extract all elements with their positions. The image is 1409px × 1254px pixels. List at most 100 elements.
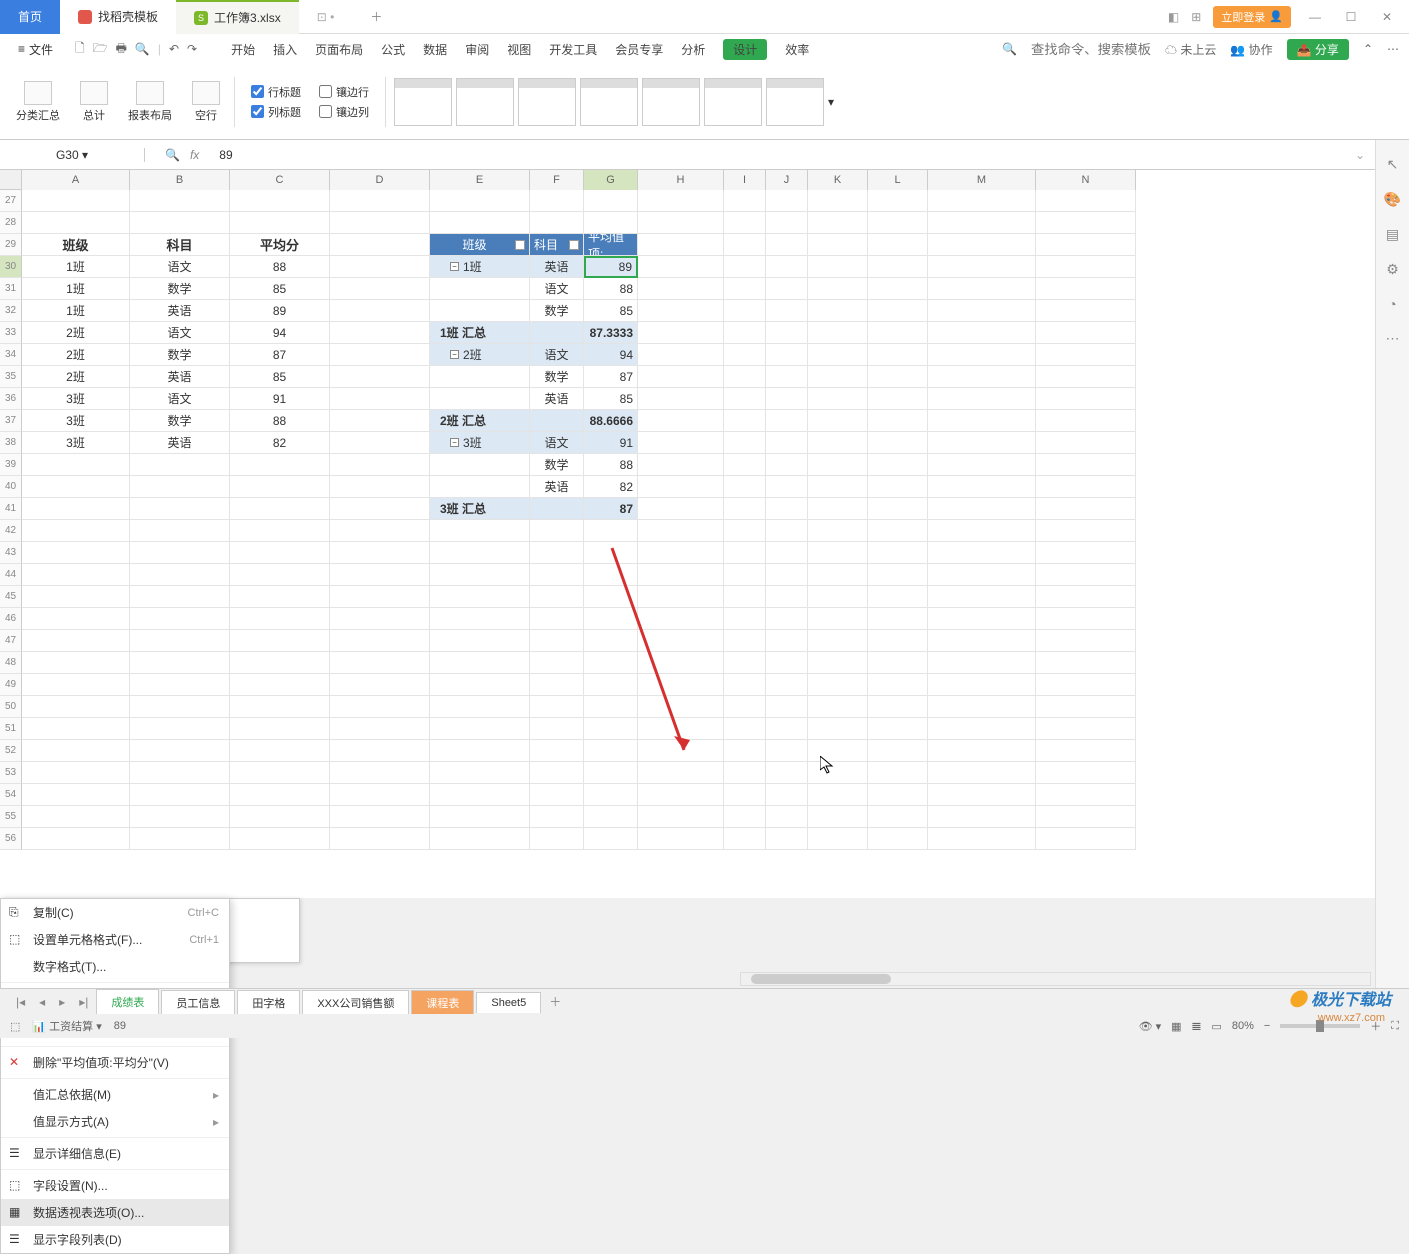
cell[interactable]: [724, 388, 766, 410]
apps-icon[interactable]: ⊞: [1191, 10, 1201, 24]
cell[interactable]: [230, 190, 330, 212]
cell[interactable]: [330, 652, 430, 674]
cell[interactable]: 85: [584, 388, 638, 410]
sheet-tab[interactable]: 课程表: [411, 990, 474, 1015]
cell[interactable]: [638, 674, 724, 696]
cm-field-list[interactable]: ☰显示字段列表(D): [1, 1226, 229, 1253]
cell[interactable]: [584, 564, 638, 586]
cell[interactable]: [530, 806, 584, 828]
cell[interactable]: [230, 212, 330, 234]
tab-options-icon[interactable]: ⊡ •: [299, 0, 353, 34]
cell[interactable]: [1036, 234, 1136, 256]
cell[interactable]: [724, 828, 766, 850]
cell[interactable]: [330, 410, 430, 432]
cell[interactable]: [638, 564, 724, 586]
cell[interactable]: [638, 740, 724, 762]
cell[interactable]: [1036, 762, 1136, 784]
cell[interactable]: [230, 520, 330, 542]
cell[interactable]: [530, 608, 584, 630]
cell[interactable]: [766, 388, 808, 410]
status-area[interactable]: 📊 工资结算 ▾: [32, 1018, 101, 1034]
cell[interactable]: −1班: [430, 256, 530, 278]
cell[interactable]: [766, 608, 808, 630]
qat-save-icon[interactable]: 🗋: [75, 39, 85, 60]
cell[interactable]: [724, 256, 766, 278]
tab-member[interactable]: 会员专享: [615, 41, 663, 58]
side-style-icon[interactable]: 🎨: [1384, 191, 1401, 208]
cell[interactable]: [724, 806, 766, 828]
cell[interactable]: [530, 718, 584, 740]
cell[interactable]: [130, 828, 230, 850]
cell[interactable]: [22, 498, 130, 520]
cell[interactable]: [22, 454, 130, 476]
cell[interactable]: 88: [230, 410, 330, 432]
cell[interactable]: [330, 784, 430, 806]
cell[interactable]: [724, 322, 766, 344]
cell[interactable]: [808, 740, 868, 762]
cm-summarize[interactable]: 值汇总依据(M)▸: [1, 1081, 229, 1108]
cell[interactable]: [330, 718, 430, 740]
cell[interactable]: [868, 498, 928, 520]
cell[interactable]: [638, 366, 724, 388]
cell[interactable]: [766, 498, 808, 520]
cell[interactable]: [928, 498, 1036, 520]
cell[interactable]: [530, 784, 584, 806]
cell[interactable]: [928, 828, 1036, 850]
search-input[interactable]: [1031, 42, 1151, 57]
cell[interactable]: [430, 696, 530, 718]
cell[interactable]: [330, 322, 430, 344]
cell[interactable]: [530, 322, 584, 344]
cell[interactable]: 1班: [22, 300, 130, 322]
cell[interactable]: [808, 608, 868, 630]
cell[interactable]: 语文: [130, 388, 230, 410]
cell[interactable]: [584, 828, 638, 850]
cell[interactable]: [724, 740, 766, 762]
cell[interactable]: [724, 696, 766, 718]
cell[interactable]: [724, 586, 766, 608]
cell[interactable]: [1036, 630, 1136, 652]
cell[interactable]: [808, 674, 868, 696]
cell[interactable]: [22, 718, 130, 740]
cell[interactable]: [1036, 520, 1136, 542]
cell[interactable]: [430, 388, 530, 410]
cell[interactable]: 班级: [22, 234, 130, 256]
cell[interactable]: [130, 652, 230, 674]
cell[interactable]: 2班 汇总: [430, 410, 530, 432]
cell[interactable]: [928, 806, 1036, 828]
cell[interactable]: 数学: [130, 410, 230, 432]
cell[interactable]: [868, 762, 928, 784]
cell[interactable]: [724, 498, 766, 520]
cell[interactable]: [808, 630, 868, 652]
cell[interactable]: 语文: [530, 278, 584, 300]
tab-home[interactable]: 首页: [0, 0, 60, 34]
cell[interactable]: 平均分: [230, 234, 330, 256]
fullscreen-icon[interactable]: ⛶: [1391, 1020, 1399, 1033]
cell[interactable]: [330, 278, 430, 300]
cell[interactable]: [766, 652, 808, 674]
cell[interactable]: [1036, 586, 1136, 608]
cell[interactable]: [22, 762, 130, 784]
cell[interactable]: [330, 520, 430, 542]
cell[interactable]: [808, 432, 868, 454]
cell[interactable]: [766, 454, 808, 476]
column-header[interactable]: F: [530, 170, 584, 190]
cm-details[interactable]: ☰显示详细信息(E): [1, 1140, 229, 1167]
cell[interactable]: [868, 696, 928, 718]
zoom-out-button[interactable]: −: [1264, 1020, 1270, 1032]
cell[interactable]: 87.3333: [584, 322, 638, 344]
cell[interactable]: [928, 674, 1036, 696]
ribbon-blank[interactable]: 空行: [186, 81, 226, 123]
cell[interactable]: [330, 234, 430, 256]
row-header[interactable]: 37: [0, 410, 22, 432]
cell[interactable]: [1036, 828, 1136, 850]
cell[interactable]: 2班: [22, 322, 130, 344]
cell[interactable]: [868, 784, 928, 806]
row-header[interactable]: 35: [0, 366, 22, 388]
check-banding-col[interactable]: 镶边列: [319, 104, 369, 120]
tab-template[interactable]: 找稻壳模板: [60, 0, 176, 34]
zoom-value[interactable]: 80%: [1232, 1020, 1254, 1032]
cell[interactable]: 英语: [130, 366, 230, 388]
tab-data[interactable]: 数据: [423, 41, 447, 58]
cell[interactable]: [130, 674, 230, 696]
cm-display-as[interactable]: 值显示方式(A)▸: [1, 1108, 229, 1135]
